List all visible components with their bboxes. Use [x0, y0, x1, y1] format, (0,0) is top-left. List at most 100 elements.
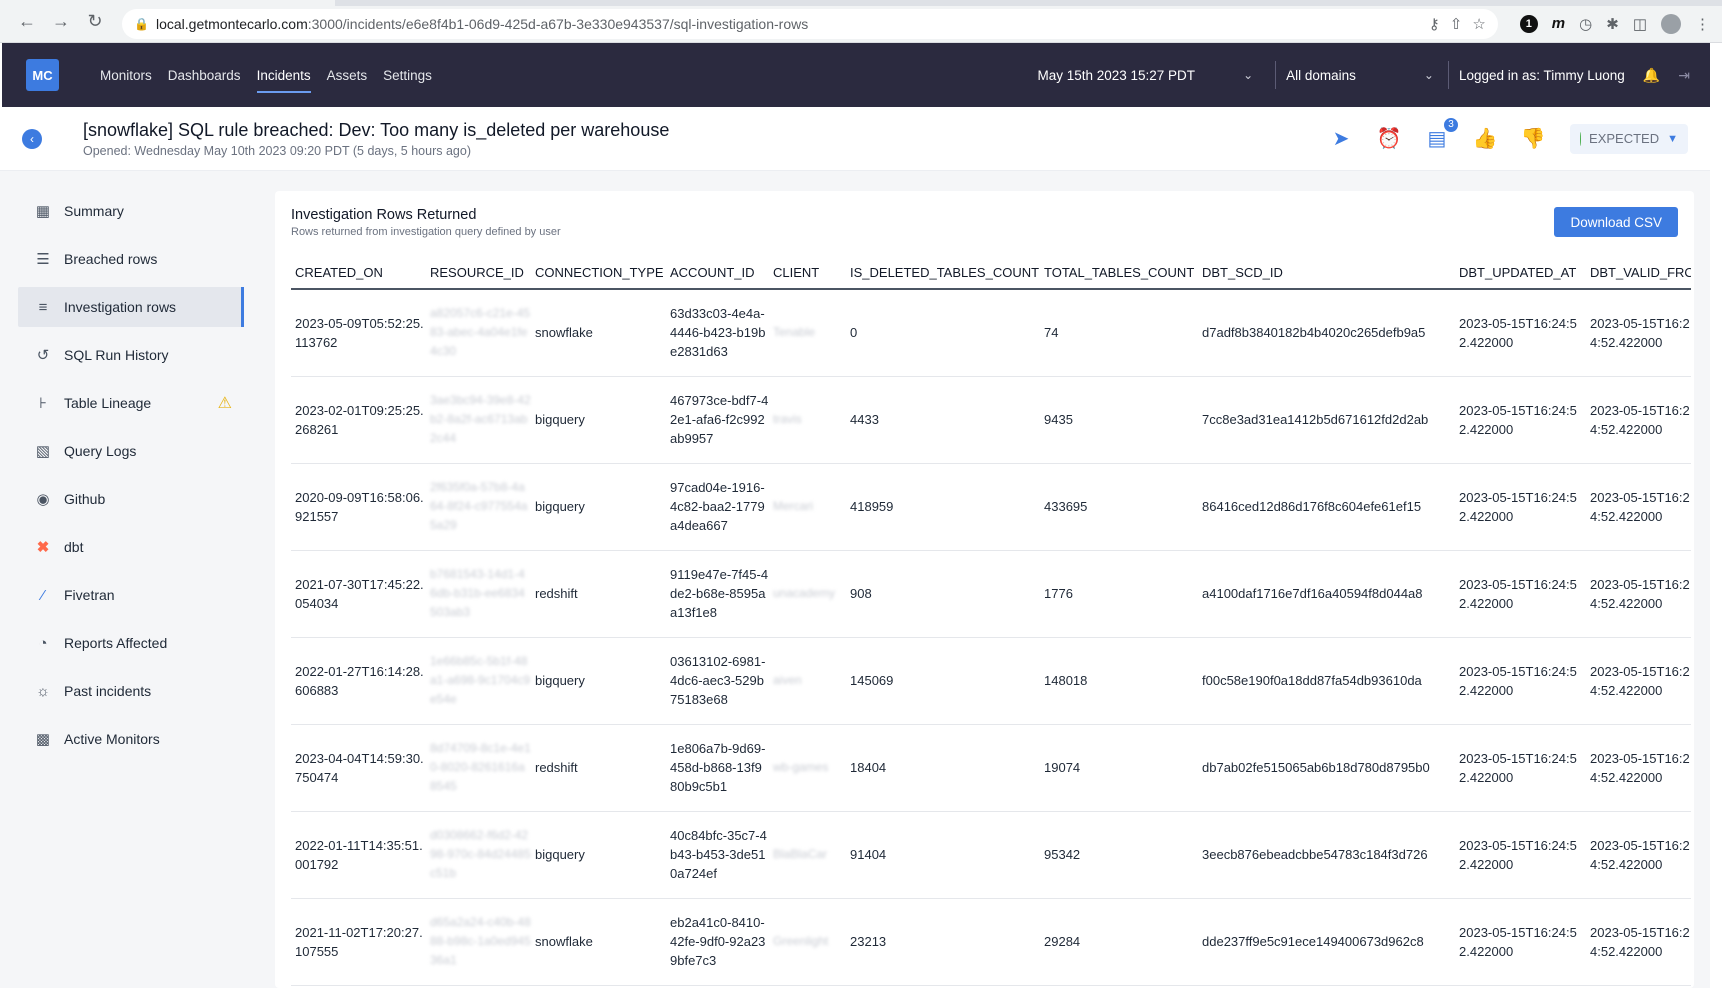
column-header[interactable]: CONNECTION_TYPE — [531, 256, 666, 290]
warning-icon: ⚠ — [217, 395, 232, 412]
page-body: ▦ Summary ☰ Breached rows ≡ Investigation r… — [0, 171, 1710, 988]
nav-assets[interactable]: Assets — [319, 43, 376, 107]
column-header[interactable]: ACCOUNT_ID — [666, 256, 769, 290]
table-row[interactable]: 2022-01-27T16:14:28.606883 1e66b85c-5b1f-… — [291, 637, 1691, 725]
column-header[interactable]: DBT_VALID_FROM — [1586, 256, 1691, 290]
date-selector[interactable]: May 15th 2023 15:27 PDT ⌄ — [1037, 68, 1265, 83]
column-header[interactable]: RESOURCE_ID — [426, 256, 531, 290]
comments-icon[interactable]: ▤ 3 — [1426, 115, 1460, 150]
extensions-puzzle-icon[interactable]: ✱ — [1606, 15, 1619, 33]
table-cell: db7ab02fe515065ab6b18d780d8795b0 — [1198, 724, 1455, 812]
table-cell: 908 — [846, 550, 1040, 638]
key-icon[interactable]: ⚷ — [1429, 15, 1440, 33]
column-header[interactable]: TOTAL_TABLES_COUNT — [1040, 256, 1198, 290]
table-cell: 148018 — [1040, 637, 1198, 725]
star-icon[interactable]: ☆ — [1472, 15, 1485, 33]
back-arrow-icon[interactable]: ← — [12, 6, 42, 36]
column-header[interactable]: CLIENT — [769, 256, 846, 290]
pie-chart-icon: ◔ — [38, 634, 48, 652]
sidebar-item-label: Active Monitors — [64, 731, 160, 747]
sidebar-item-label: SQL Run History — [64, 347, 169, 363]
extension-1password-icon[interactable]: 1 — [1519, 14, 1538, 33]
sidebar-item-investigation-rows[interactable]: ≡ Investigation rows — [18, 287, 244, 327]
sidebar-item-past-incidents[interactable]: ☼ Past incidents — [18, 671, 244, 711]
profile-avatar[interactable] — [1661, 13, 1681, 34]
table-cell: 29284 — [1040, 898, 1198, 986]
browser-menu-icon[interactable]: ⋮ — [1695, 15, 1710, 33]
extension-m-icon[interactable]: m — [1552, 15, 1565, 32]
sidebar-item-breached-rows[interactable]: ☰ Breached rows — [18, 239, 244, 279]
sidebar-item-label: Query Logs — [64, 443, 137, 459]
table-cell: 2023-05-15T16:24:52.422000 — [1586, 637, 1691, 725]
active-tab[interactable] — [0, 0, 335, 6]
nav-settings[interactable]: Settings — [375, 43, 440, 107]
table-cell: f00c58e190f0a18dd87fa54db93610da — [1198, 637, 1455, 725]
table-row[interactable]: 2023-04-04T14:59:30.750474 8d74709-8c1e-4… — [291, 724, 1691, 812]
extension-timer-icon[interactable]: ◷ — [1579, 15, 1592, 33]
table-cell: 19074 — [1040, 724, 1198, 812]
fivetran-icon: ⁄ — [41, 586, 45, 604]
forward-arrow-icon[interactable]: → — [46, 6, 76, 36]
nav-monitors[interactable]: Monitors — [92, 43, 160, 107]
table-cell: 74 — [1040, 289, 1198, 377]
column-header[interactable]: CREATED_ON — [291, 256, 426, 290]
table-row[interactable]: 2022-01-11T14:35:51.001792 d0308662-f6d2-… — [291, 811, 1691, 899]
snooze-alarm-icon[interactable]: ⏰ — [1377, 128, 1402, 150]
incident-opened: Opened: Wednesday May 10th 2023 09:20 PD… — [83, 143, 471, 158]
logout-icon[interactable]: ⇥ — [1678, 67, 1690, 84]
sidebar-item-sql-run-history[interactable]: ↺ SQL Run History — [18, 335, 244, 375]
sidebar-item-table-lineage[interactable]: ⊦ Table Lineage ⚠ — [18, 383, 244, 423]
column-header[interactable]: DBT_UPDATED_AT — [1455, 256, 1586, 290]
query-log-icon: ▧ — [35, 443, 51, 460]
table-cell: 2020-09-09T16:58:06.921557 — [291, 463, 426, 551]
share-icon[interactable]: ⇧ — [1450, 15, 1463, 33]
montecarlo-logo[interactable]: MC — [26, 59, 59, 91]
column-header[interactable]: IS_DELETED_TABLES_COUNT — [846, 256, 1040, 290]
sidebar-item-active-monitors[interactable]: ▩ Active Monitors — [18, 719, 244, 759]
divider — [1275, 61, 1277, 89]
table-header-row: CREATED_ON RESOURCE_ID CONNECTION_TYPE A… — [291, 256, 1691, 290]
sidebar-item-fivetran[interactable]: ⁄ Fivetran — [18, 575, 244, 615]
table-cell: 2023-04-04T14:59:30.750474 — [291, 724, 426, 812]
table-row[interactable]: 2023-02-01T09:25:25.268261 3ae3bc94-39e8-… — [291, 376, 1691, 464]
domain-selector[interactable]: All domains ⌄ — [1286, 68, 1438, 83]
nav-incidents[interactable]: Incidents — [249, 43, 319, 107]
table-cell: 63d33c03-4e4a-4446-b423-b19be2831d63 — [666, 289, 769, 377]
sidebar-item-github[interactable]: ◉ Github — [18, 479, 244, 519]
table-cell: 1e806a7b-9d69-458d-b868-13f980b9c5b1 — [666, 724, 769, 812]
table-cell: 2023-05-15T16:24:52.422000 — [1586, 811, 1691, 899]
back-button[interactable]: ‹ — [22, 128, 42, 149]
table-cell: b7681543-14d1-46db-b31b-ee6834503ab3 — [426, 550, 531, 638]
status-dropdown[interactable]: EXPECTED ▼ — [1570, 123, 1688, 154]
table-row[interactable]: 2020-09-09T16:58:06.921557 2f635f0a-57b8-… — [291, 463, 1691, 551]
search-list-icon: ≡ — [38, 298, 48, 316]
table-cell: 8d74709-8c1e-4e10-8020-8261616a8545 — [426, 724, 531, 812]
grid-icon: ▦ — [35, 203, 51, 220]
thumbs-down-icon[interactable]: 👎 — [1521, 128, 1546, 150]
table-row[interactable]: 2021-07-30T17:45:22.054034 b7681543-14d1-… — [291, 550, 1691, 638]
sidebar-item-summary[interactable]: ▦ Summary — [18, 191, 244, 231]
table-row[interactable]: 2023-05-09T05:52:25.113762 a82057c6-c21e-… — [291, 289, 1691, 377]
sidebar-item-query-logs[interactable]: ▧ Query Logs — [18, 431, 244, 471]
nav-dashboards[interactable]: Dashboards — [160, 43, 249, 107]
table-cell: snowflake — [531, 898, 666, 986]
reload-icon[interactable]: ↻ — [80, 6, 110, 36]
side-panel-icon[interactable]: ◫ — [1633, 15, 1647, 33]
github-icon: ◉ — [36, 491, 50, 508]
table-cell: 467973ce-bdf7-42e1-afa6-f2c992ab9957 — [666, 376, 769, 464]
table-row[interactable]: 2021-11-02T17:20:27.107555 d65a2a24-c40b-… — [291, 898, 1691, 986]
past-incidents-icon: ☼ — [36, 682, 50, 700]
table-cell: 2021-11-02T17:20:27.107555 — [291, 898, 426, 986]
thumbs-up-icon[interactable]: 👍 — [1473, 128, 1498, 150]
sidebar-item-label: Table Lineage — [64, 395, 152, 411]
download-csv-button[interactable]: Download CSV — [1554, 207, 1678, 237]
comment-count-badge: 3 — [1442, 115, 1460, 134]
column-header[interactable]: DBT_SCD_ID — [1198, 256, 1455, 290]
sidebar-item-dbt[interactable]: ✖ dbt — [18, 527, 244, 567]
bell-icon[interactable]: 🔔 — [1643, 67, 1660, 84]
table-cell: unacademy — [769, 550, 846, 638]
address-bar[interactable]: 🔒 local.getmontecarlo.com:3000/incidents… — [122, 8, 1498, 39]
table-cell: 95342 — [1040, 811, 1198, 899]
jira-icon[interactable]: ➤ — [1330, 128, 1352, 150]
sidebar-item-reports-affected[interactable]: ◔ Reports Affected — [18, 623, 244, 663]
